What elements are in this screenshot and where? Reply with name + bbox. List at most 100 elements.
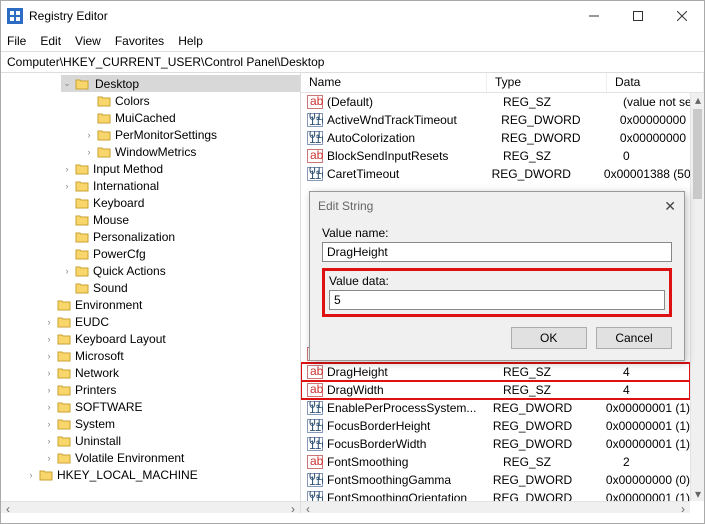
value-row[interactable]: abBlockSendInputResetsREG_SZ0 [301, 147, 704, 165]
scroll-right-icon[interactable]: › [286, 502, 300, 513]
tree-node[interactable]: ›Network [43, 364, 300, 381]
menu-view[interactable]: View [75, 34, 101, 48]
tree-node[interactable]: Personalization [61, 228, 300, 245]
tree-hscroll[interactable]: ‹ › [1, 501, 300, 513]
maximize-button[interactable] [616, 1, 660, 31]
menu-help[interactable]: Help [178, 34, 203, 48]
folder-icon [57, 333, 71, 345]
expand-icon[interactable]: › [43, 452, 55, 464]
tree-node[interactable]: PowerCfg [61, 245, 300, 262]
string-value-icon: ab [307, 455, 323, 469]
tree-node[interactable]: Colors [83, 92, 300, 109]
tree-node[interactable]: Keyboard [61, 194, 300, 211]
folder-icon [75, 282, 89, 294]
expand-icon[interactable]: › [43, 367, 55, 379]
expand-icon[interactable]: › [43, 418, 55, 430]
value-data-cell: 2 [623, 455, 690, 469]
col-name[interactable]: Name [301, 73, 487, 92]
value-data-cell: 0x00000000 (0) [606, 473, 690, 487]
tree-node[interactable]: Environment [43, 296, 300, 313]
scroll-left-icon[interactable]: ‹ [301, 502, 315, 513]
tree-line [61, 248, 73, 260]
tree-label: EUDC [75, 315, 109, 329]
expand-icon[interactable]: › [61, 163, 73, 175]
svg-text:ab: ab [310, 149, 323, 162]
value-row[interactable]: 011110AutoColorizationREG_DWORD0x0000000… [301, 129, 704, 147]
value-row[interactable]: 011110CaretTimeoutREG_DWORD0x00001388 (5… [301, 165, 704, 183]
scroll-left-icon[interactable]: ‹ [1, 502, 15, 513]
values-hscroll[interactable]: ‹ › [301, 501, 690, 513]
tree-node-desktop[interactable]: ⌄ Desktop [61, 75, 300, 92]
value-data-cell: 0x00000001 (1) [606, 437, 690, 451]
folder-icon [75, 163, 89, 175]
dialog-close-button[interactable]: ✕ [664, 198, 676, 215]
collapse-icon[interactable]: ⌄ [61, 78, 73, 90]
expand-icon[interactable]: › [43, 350, 55, 362]
value-row[interactable]: 011110EnablePerProcessSystem...REG_DWORD… [301, 399, 690, 417]
value-row[interactable]: 011110FontSmoothingGammaREG_DWORD0x00000… [301, 471, 690, 489]
expand-icon[interactable]: › [43, 401, 55, 413]
menu-file[interactable]: File [7, 34, 26, 48]
tree-node-hklm[interactable]: › HKEY_LOCAL_MACHINE [25, 466, 300, 483]
scroll-right-icon[interactable]: › [676, 502, 690, 513]
titlebar: Registry Editor [1, 1, 704, 31]
scroll-up-icon[interactable]: ▴ [691, 93, 704, 107]
menu-favorites[interactable]: Favorites [115, 34, 164, 48]
tree-line [83, 112, 95, 124]
folder-icon [57, 384, 71, 396]
tree-node[interactable]: ›Uninstall [43, 432, 300, 449]
address-bar[interactable]: Computer\HKEY_CURRENT_USER\Control Panel… [1, 51, 704, 73]
tree-node[interactable]: ›Printers [43, 381, 300, 398]
svg-text:110: 110 [309, 402, 323, 415]
tree-node[interactable]: Mouse [61, 211, 300, 228]
value-data-input[interactable] [329, 290, 665, 310]
cancel-button[interactable]: Cancel [596, 327, 672, 349]
tree-node[interactable]: ›Keyboard Layout [43, 330, 300, 347]
tree-node[interactable]: ›SOFTWARE [43, 398, 300, 415]
tree-node[interactable]: ›Input Method [61, 160, 300, 177]
value-row[interactable]: 011110ActiveWndTrackTimeoutREG_DWORD0x00… [301, 111, 704, 129]
value-row[interactable]: 011110FocusBorderWidthREG_DWORD0x0000000… [301, 435, 690, 453]
tree-node[interactable]: ›International [61, 177, 300, 194]
value-row[interactable]: abDragHeightREG_SZ4 [301, 363, 690, 381]
col-data[interactable]: Data [607, 73, 704, 92]
value-data-cell: 0x00001388 (5000 [604, 167, 704, 181]
folder-icon [75, 180, 89, 192]
value-name-cell: (Default) [327, 95, 503, 109]
scroll-thumb[interactable] [693, 109, 702, 199]
value-row[interactable]: abDragWidthREG_SZ4 [301, 381, 690, 399]
menu-edit[interactable]: Edit [40, 34, 61, 48]
tree-node[interactable]: ›Microsoft [43, 347, 300, 364]
tree-node[interactable]: Sound [61, 279, 300, 296]
expand-icon[interactable]: › [61, 180, 73, 192]
tree-node[interactable]: ›System [43, 415, 300, 432]
expand-icon[interactable]: › [25, 469, 37, 481]
tree-node[interactable]: MuiCached [83, 109, 300, 126]
tree-node[interactable]: ›Volatile Environment [43, 449, 300, 466]
folder-icon [97, 129, 111, 141]
scroll-down-icon[interactable]: ▾ [691, 487, 704, 501]
ok-button[interactable]: OK [511, 327, 587, 349]
expand-icon[interactable]: › [43, 316, 55, 328]
values-vscroll[interactable]: ▴ ▾ [690, 93, 704, 501]
minimize-button[interactable] [572, 1, 616, 31]
expand-icon[interactable]: › [43, 435, 55, 447]
tree-node[interactable]: ›WindowMetrics [83, 143, 300, 160]
expand-icon[interactable]: › [43, 384, 55, 396]
value-row[interactable]: 011110FocusBorderHeightREG_DWORD0x000000… [301, 417, 690, 435]
expand-icon[interactable]: › [61, 265, 73, 277]
close-button[interactable] [660, 1, 704, 31]
value-row[interactable]: abFontSmoothingREG_SZ2 [301, 453, 690, 471]
tree-node[interactable]: ›PerMonitorSettings [83, 126, 300, 143]
svg-text:110: 110 [309, 114, 323, 127]
dialog-title: Edit String [318, 199, 373, 213]
value-name-input[interactable] [322, 242, 672, 262]
expand-icon[interactable]: › [83, 129, 95, 141]
expand-icon[interactable]: › [83, 146, 95, 158]
col-type[interactable]: Type [487, 73, 607, 92]
window-title: Registry Editor [29, 9, 108, 23]
expand-icon[interactable]: › [43, 333, 55, 345]
tree-node[interactable]: › EUDC [43, 313, 300, 330]
tree-node[interactable]: ›Quick Actions [61, 262, 300, 279]
value-row[interactable]: ab(Default)REG_SZ(value not set) [301, 93, 704, 111]
